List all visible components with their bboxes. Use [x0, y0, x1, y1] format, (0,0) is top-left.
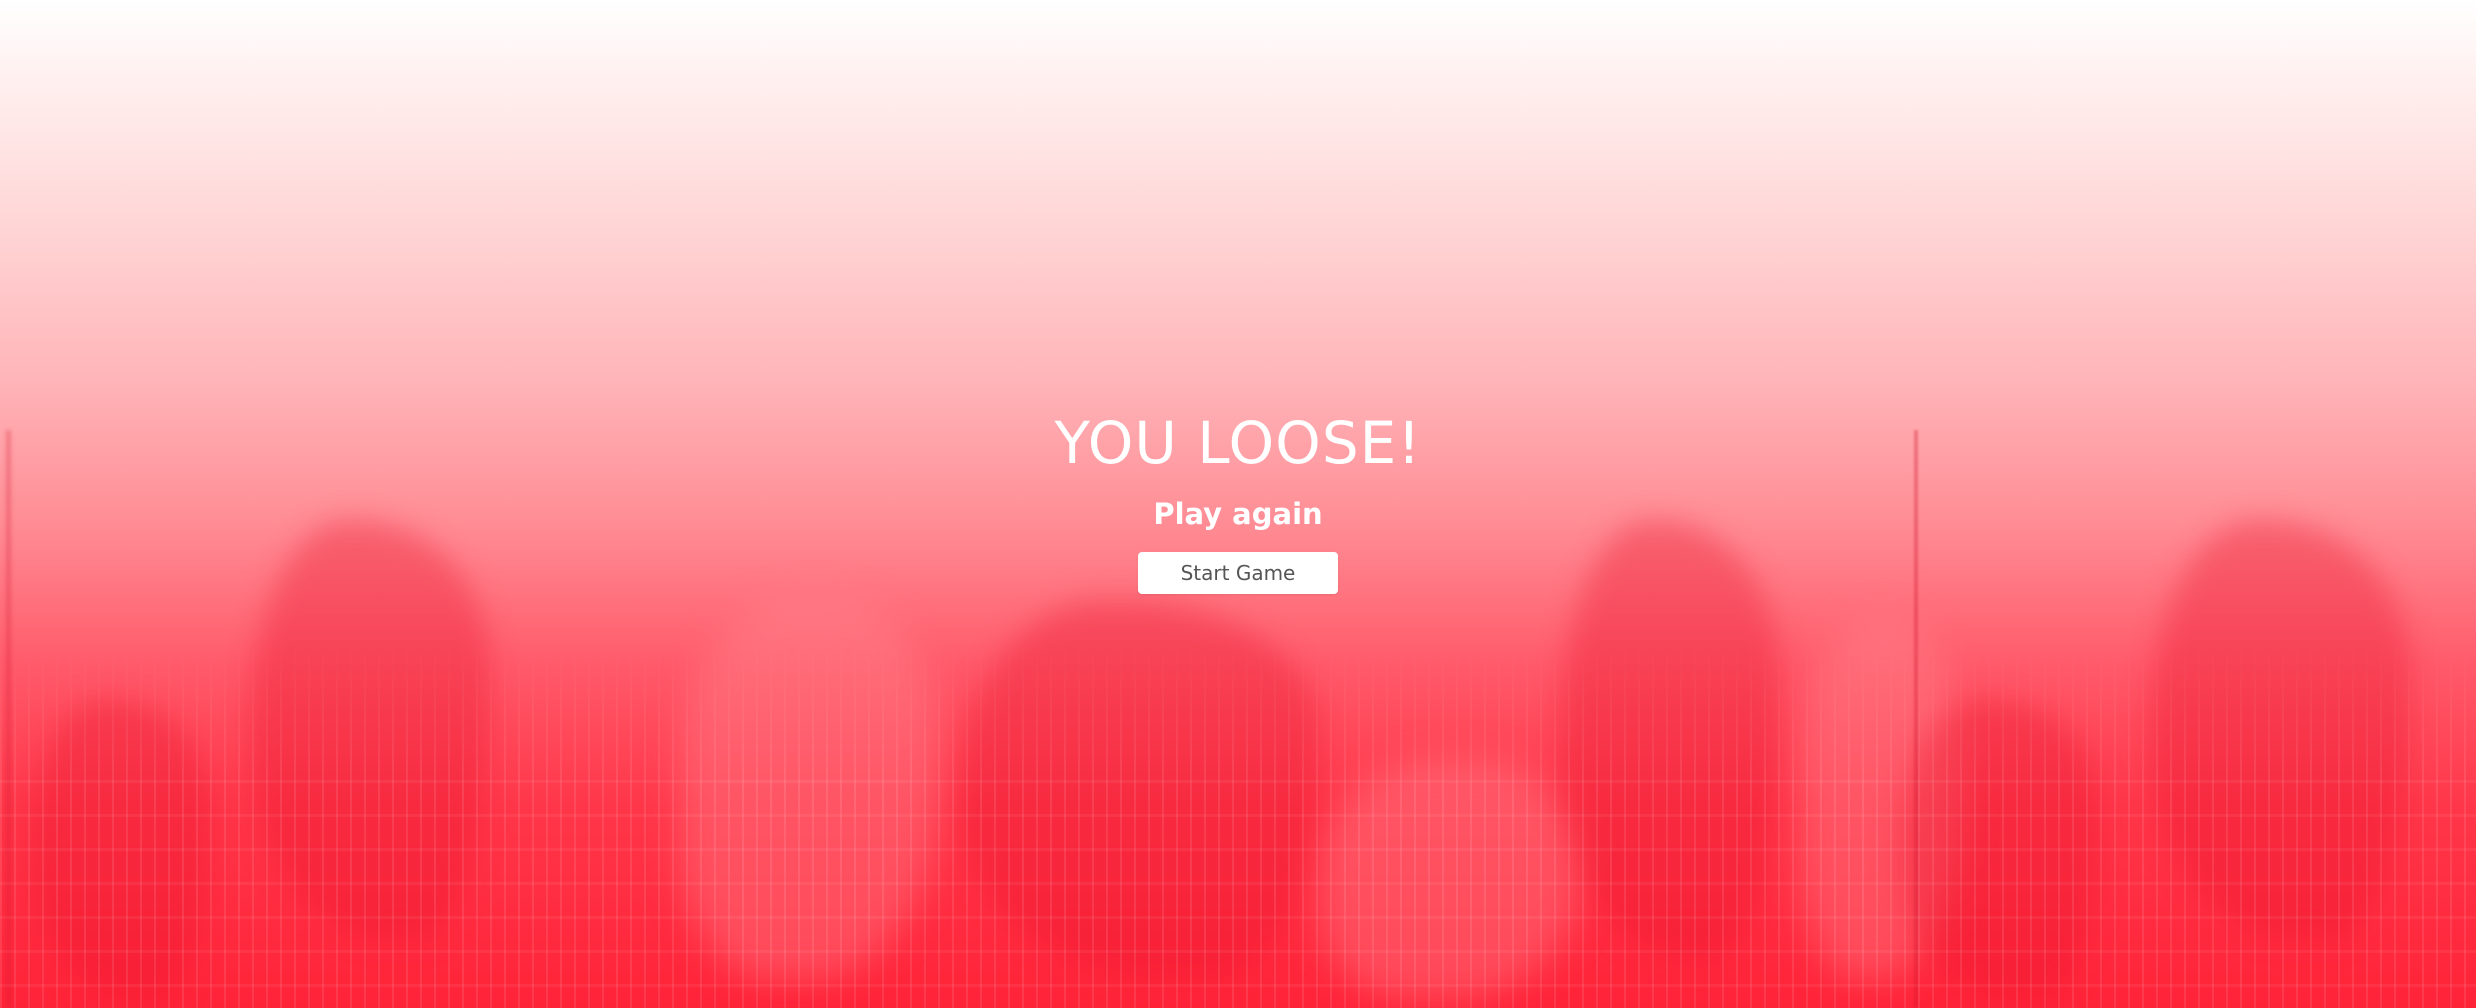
start-game-button[interactable]: Start Game [1138, 552, 1338, 594]
game-over-screen: { "game_over": { "title": "YOU LOOSE!", … [0, 0, 2476, 1008]
texture-blob [960, 600, 1320, 980]
play-again-label: Play again [1153, 497, 1323, 531]
texture-blob [680, 600, 940, 980]
game-over-panel: YOU LOOSE! Play again Start Game [0, 406, 2476, 594]
texture-blob [1900, 700, 2100, 1000]
stripe-pattern [0, 780, 2476, 1008]
game-over-title: YOU LOOSE! [1054, 409, 1422, 477]
texture-blob [30, 700, 210, 1000]
stripe-pattern [0, 640, 2476, 1008]
texture-blob [1800, 620, 1960, 980]
texture-blob [1320, 760, 1580, 1000]
